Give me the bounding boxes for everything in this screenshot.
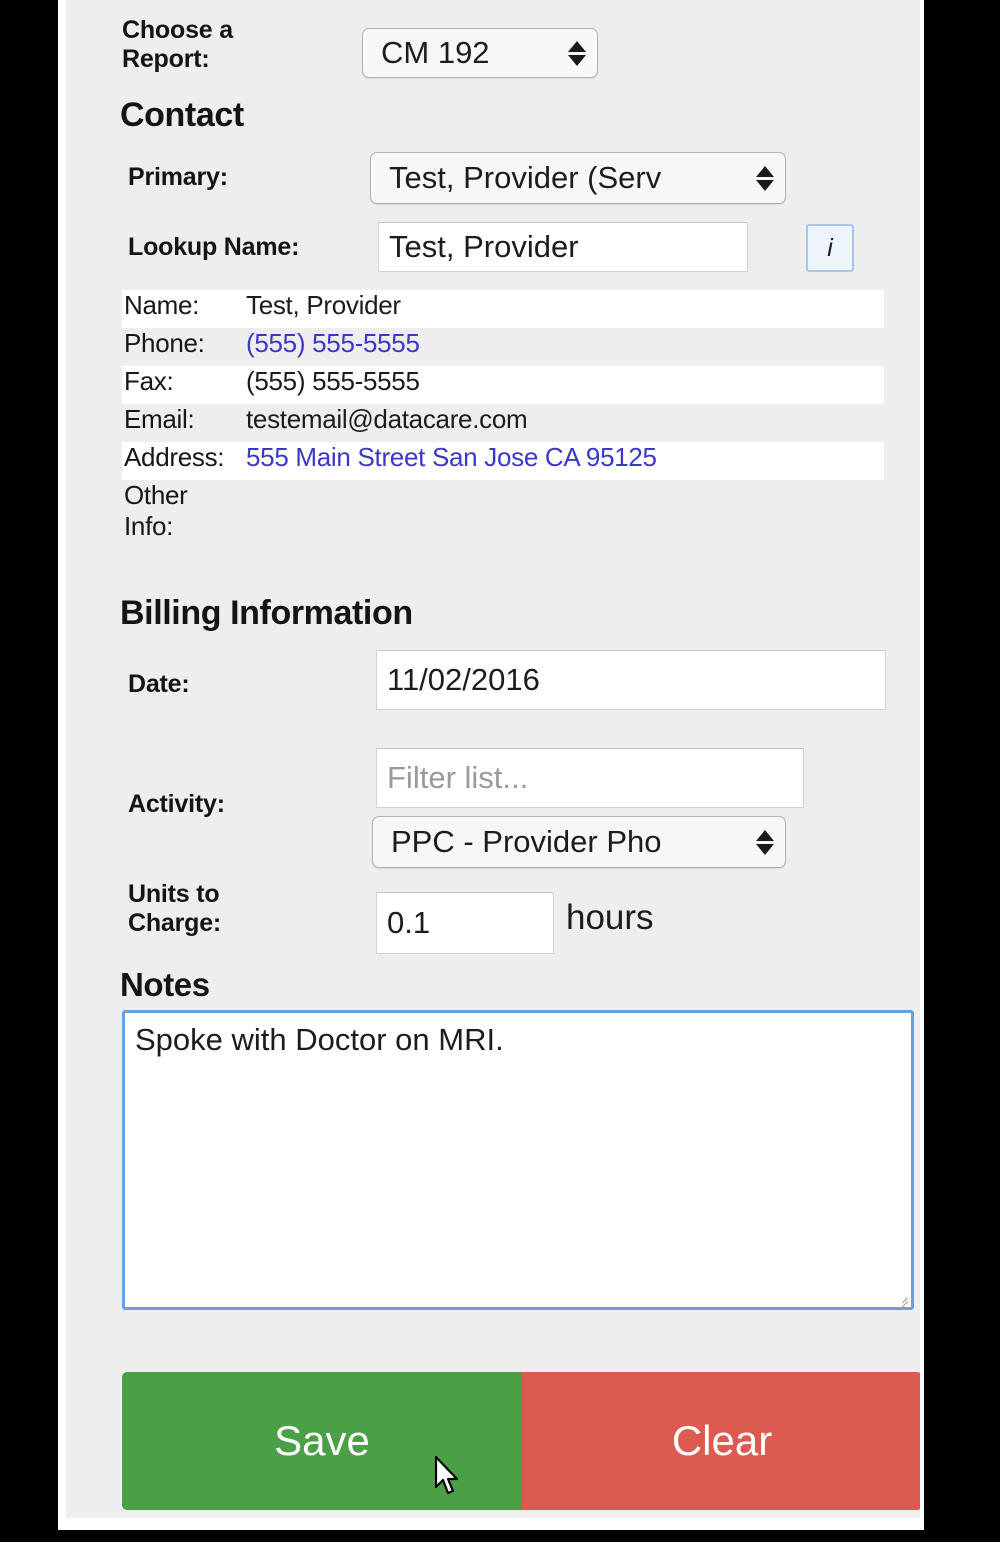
- screenshot-root: Choose a Report: CM 192 Contact Primary:…: [0, 0, 1000, 1542]
- contact-detail-key: Name:: [124, 290, 200, 320]
- primary-contact-label: Primary:: [128, 163, 228, 191]
- contact-detail-key-line2: Info:: [124, 510, 174, 541]
- units-to-charge-input[interactable]: 0.1: [376, 892, 554, 954]
- activity-filter-input[interactable]: Filter list...: [376, 748, 804, 808]
- contact-details-table: Name: Test, Provider Phone: (555) 555-55…: [122, 290, 884, 556]
- info-icon-button[interactable]: i: [806, 224, 854, 272]
- activity-select[interactable]: PPC - Provider Pho: [372, 816, 786, 868]
- browser-viewport: Choose a Report: CM 192 Contact Primary:…: [58, 0, 924, 1530]
- contact-detail-row-phone: Phone: (555) 555-5555: [122, 328, 884, 366]
- primary-contact-value: Test, Provider (Serv: [389, 160, 662, 195]
- primary-contact-select[interactable]: Test, Provider (Serv: [370, 152, 786, 204]
- contact-detail-value: Test, Provider: [246, 290, 401, 320]
- date-input[interactable]: 11/02/2016: [376, 650, 886, 710]
- clear-button[interactable]: Clear: [522, 1372, 920, 1510]
- lookup-name-input[interactable]: Test, Provider: [378, 222, 748, 272]
- billing-information-heading: Billing Information: [120, 594, 413, 632]
- contact-detail-row-other-info: Other Info:: [122, 480, 884, 556]
- lookup-name-label: Lookup Name:: [128, 233, 300, 261]
- chevron-updown-icon: [755, 829, 775, 855]
- billing-entry-form: Choose a Report: CM 192 Contact Primary:…: [66, 0, 920, 1518]
- units-to-charge-label: Units to Charge:: [128, 880, 358, 938]
- contact-detail-key: Other: [124, 480, 188, 510]
- choose-report-label-line2: Report:: [122, 44, 210, 73]
- notes-textarea[interactable]: Spoke with Doctor on MRI.: [122, 1010, 914, 1310]
- chevron-updown-icon: [567, 40, 587, 66]
- choose-report-label: Choose a Report:: [122, 16, 352, 74]
- contact-detail-value: testemail@datacare.com: [246, 404, 528, 434]
- contact-detail-key: Email:: [124, 404, 195, 434]
- contact-address-link[interactable]: 555 Main Street San Jose CA 95125: [246, 442, 884, 473]
- contact-detail-row-fax: Fax: (555) 555-5555: [122, 366, 884, 404]
- contact-detail-row-address: Address: 555 Main Street San Jose CA 951…: [122, 442, 884, 480]
- units-label-line2: Charge:: [128, 908, 222, 937]
- date-label: Date:: [128, 670, 190, 698]
- save-button[interactable]: Save: [122, 1372, 522, 1510]
- units-suffix-label: hours: [566, 898, 654, 937]
- contact-detail-key: Phone:: [124, 328, 205, 358]
- contact-detail-row-email: Email: testemail@datacare.com: [122, 404, 884, 442]
- contact-heading: Contact: [120, 96, 244, 134]
- activity-value: PPC - Provider Pho: [391, 824, 662, 859]
- contact-detail-row-name: Name: Test, Provider: [122, 290, 884, 328]
- contact-detail-value: (555) 555-5555: [246, 366, 420, 396]
- form-action-bar: Save Clear: [122, 1372, 920, 1510]
- choose-report-select[interactable]: CM 192: [362, 28, 598, 78]
- notes-heading: Notes: [120, 966, 210, 1003]
- contact-detail-key: Fax:: [124, 366, 174, 396]
- choose-report-label-line1: Choose a: [122, 16, 233, 44]
- chevron-updown-icon: [755, 165, 775, 191]
- contact-phone-link[interactable]: (555) 555-5555: [246, 328, 884, 359]
- activity-label: Activity:: [128, 790, 225, 818]
- units-label-line1: Units to: [128, 880, 220, 908]
- choose-report-value: CM 192: [381, 35, 490, 70]
- contact-detail-key: Address:: [124, 442, 225, 472]
